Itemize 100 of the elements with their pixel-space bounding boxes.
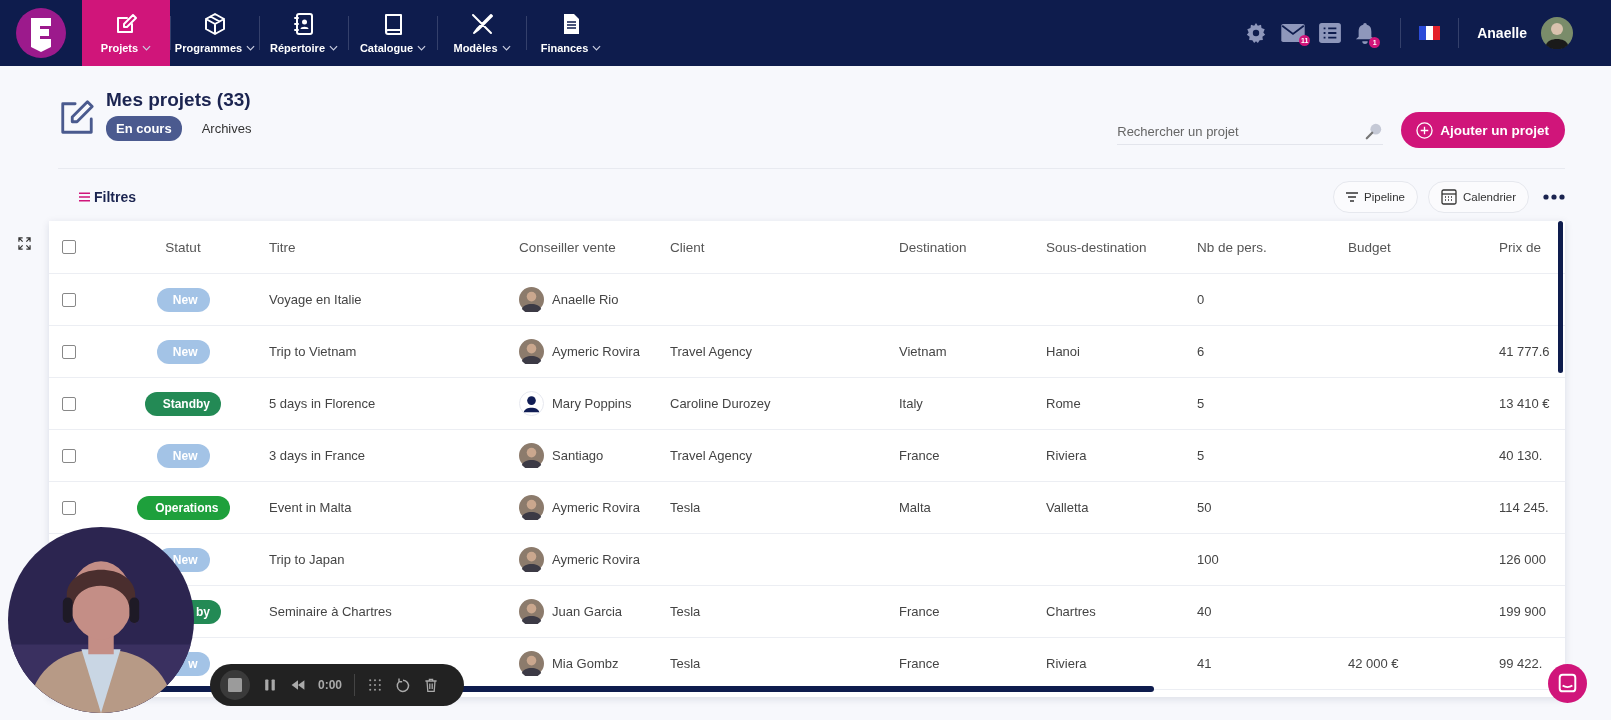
chevron-down-icon bbox=[592, 45, 602, 51]
logo-icon[interactable] bbox=[16, 8, 66, 58]
filter-lines-icon bbox=[1346, 192, 1358, 202]
chevron-down-icon bbox=[417, 45, 427, 51]
chat-icon[interactable] bbox=[1548, 664, 1587, 703]
tab[interactable]: En cours bbox=[106, 116, 182, 141]
table-cell: 41 777.6 bbox=[1499, 344, 1550, 359]
stop-button[interactable] bbox=[220, 670, 250, 700]
view-button[interactable]: Pipeline bbox=[1333, 181, 1418, 213]
column-header[interactable]: Prix de bbox=[1499, 239, 1565, 255]
table-cell: Vietnam bbox=[899, 344, 947, 359]
table-cell: France bbox=[899, 448, 940, 463]
table-cell: 42 000 € bbox=[1348, 656, 1399, 671]
nav-menu-item[interactable]: Répertoire bbox=[260, 0, 348, 66]
table-cell: 5 bbox=[1197, 448, 1205, 463]
table-cell: Caroline Durozey bbox=[670, 396, 771, 411]
table-cell: 13 410 € bbox=[1499, 396, 1550, 411]
status-badge: New bbox=[156, 443, 210, 468]
status-badge: Operations bbox=[136, 495, 230, 520]
table-cell: Chartres bbox=[1046, 604, 1096, 619]
search-icon[interactable] bbox=[1365, 122, 1384, 140]
restart-icon[interactable] bbox=[395, 677, 412, 693]
edit-icon bbox=[114, 12, 138, 36]
pencil-brush-icon bbox=[470, 12, 494, 36]
checkbox[interactable] bbox=[62, 292, 76, 307]
project-title[interactable]: Trip to Japan bbox=[269, 552, 345, 567]
column-header[interactable]: Budget bbox=[1348, 239, 1499, 255]
french-flag-icon[interactable] bbox=[1419, 26, 1441, 40]
checkbox[interactable] bbox=[62, 396, 76, 411]
pause-icon[interactable] bbox=[262, 677, 278, 693]
add-project-button[interactable]: Ajouter un projet bbox=[1401, 112, 1565, 148]
table-cell: 99 422. bbox=[1499, 656, 1543, 671]
column-header[interactable]: Client bbox=[670, 239, 899, 255]
stop-icon bbox=[228, 678, 242, 692]
nav-menu-item[interactable]: Modèles bbox=[438, 0, 526, 66]
checkbox[interactable] bbox=[62, 500, 76, 515]
trash-icon[interactable] bbox=[423, 677, 440, 693]
project-title[interactable]: Trip to Vietnam bbox=[269, 344, 357, 359]
project-title[interactable]: 3 days in France bbox=[269, 448, 366, 463]
status-badge: New bbox=[156, 287, 210, 312]
user-avatar[interactable] bbox=[1541, 17, 1573, 49]
advisor-name: Juan Garcia bbox=[552, 604, 623, 619]
plus-circle-icon bbox=[1416, 121, 1434, 139]
avatar bbox=[519, 287, 544, 312]
nav-menu-item[interactable]: Finances bbox=[527, 0, 615, 66]
table-cell: Riviera bbox=[1046, 448, 1087, 463]
nav-menu-item[interactable]: Programmes bbox=[171, 0, 259, 66]
nav-menu-item[interactable]: Projets bbox=[82, 0, 170, 66]
table-cell: 0 bbox=[1197, 292, 1205, 307]
checkbox[interactable] bbox=[62, 448, 76, 463]
box-icon bbox=[203, 12, 227, 36]
chevron-down-icon bbox=[142, 45, 152, 51]
view-button[interactable]: Calendrier bbox=[1427, 181, 1529, 213]
tab[interactable]: Archives bbox=[191, 116, 262, 141]
table-cell: Riviera bbox=[1046, 656, 1087, 671]
column-header[interactable]: Destination bbox=[899, 239, 1046, 255]
column-header[interactable]: Conseiller vente bbox=[519, 239, 670, 255]
edit-icon bbox=[58, 98, 96, 136]
user-silhouette-icon bbox=[519, 391, 544, 416]
table-cell: Italy bbox=[899, 396, 923, 411]
table-cell: Travel Agency bbox=[670, 344, 752, 359]
avatar bbox=[519, 651, 544, 676]
chevron-down-icon bbox=[501, 45, 511, 51]
checkbox[interactable] bbox=[62, 344, 76, 359]
recording-time: 0:00 bbox=[318, 678, 343, 692]
expand-icon[interactable] bbox=[18, 237, 31, 250]
column-header[interactable]: Titre bbox=[263, 239, 519, 255]
address-book-icon bbox=[292, 12, 316, 36]
search-field[interactable]: Rechercher un projet bbox=[1117, 119, 1366, 143]
calendar-icon bbox=[1440, 189, 1457, 205]
project-title[interactable]: Event in Malta bbox=[269, 500, 352, 515]
project-title[interactable]: Seminaire à Chartres bbox=[269, 604, 392, 619]
advisor-name: Santiago bbox=[552, 448, 604, 463]
table-cell: 114 245. bbox=[1499, 500, 1549, 515]
grid-dots-icon[interactable] bbox=[367, 677, 384, 693]
list-icon[interactable] bbox=[1319, 23, 1342, 43]
nav-menu-item[interactable]: Catalogue bbox=[349, 0, 437, 66]
column-header[interactable]: Statut bbox=[131, 239, 263, 255]
advisor-name: Mary Poppins bbox=[552, 396, 632, 411]
table-cell: 126 000 bbox=[1499, 552, 1546, 567]
project-title[interactable]: Voyage en Italie bbox=[269, 292, 362, 307]
status-badge: Standby bbox=[145, 391, 221, 416]
settings-icon[interactable] bbox=[1245, 22, 1268, 44]
table-cell: 41 bbox=[1197, 656, 1212, 671]
filters-button[interactable]: Filtres bbox=[79, 189, 136, 205]
table-cell: Tesla bbox=[670, 604, 701, 619]
user-name[interactable]: Anaelle bbox=[1477, 25, 1527, 41]
table-cell: 50 bbox=[1197, 500, 1212, 515]
chevron-down-icon bbox=[329, 45, 338, 51]
table-cell: France bbox=[899, 604, 940, 619]
table-cell: Tesla bbox=[670, 656, 701, 671]
avatar bbox=[519, 547, 544, 572]
checkbox[interactable] bbox=[62, 240, 76, 254]
mail-icon[interactable] bbox=[1281, 24, 1306, 42]
project-title[interactable]: 5 days in Florence bbox=[269, 396, 376, 411]
column-header[interactable]: Nb de pers. bbox=[1197, 239, 1348, 255]
more-icon[interactable] bbox=[1543, 194, 1565, 200]
chevron-down-icon bbox=[246, 45, 256, 51]
column-header[interactable]: Sous-destination bbox=[1046, 239, 1197, 255]
menu-icon bbox=[79, 192, 90, 202]
